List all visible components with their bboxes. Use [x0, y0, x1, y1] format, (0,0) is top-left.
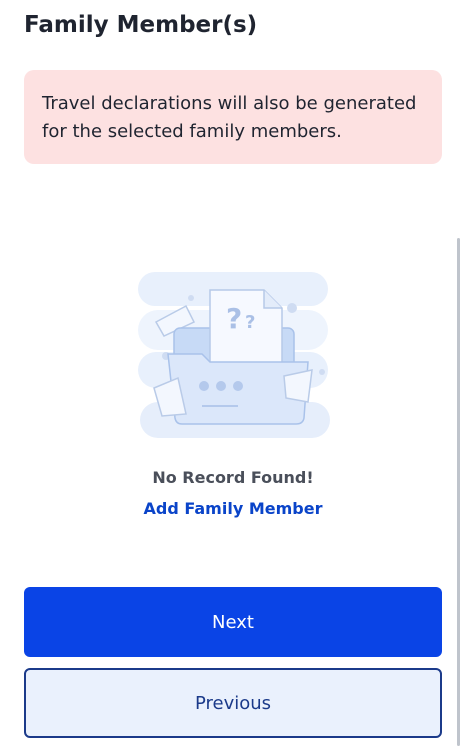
svg-text:?: ?	[245, 312, 255, 333]
info-notice: Travel declarations will also be generat…	[24, 70, 442, 164]
previous-button[interactable]: Previous	[24, 668, 442, 738]
previous-button-label: Previous	[194, 692, 272, 714]
empty-folder-question-icon: ? ?	[138, 272, 330, 438]
next-button[interactable]: Next	[24, 587, 442, 657]
next-button-label: Next	[212, 611, 254, 633]
notice-text: Travel declarations will also be generat…	[42, 93, 417, 142]
add-family-member-link[interactable]: Add Family Member	[0, 499, 466, 518]
svg-text:?: ?	[226, 302, 242, 335]
empty-state-message: No Record Found!	[152, 468, 314, 487]
scrollbar[interactable]	[457, 238, 460, 746]
page-title: Family Member(s)	[24, 12, 258, 38]
